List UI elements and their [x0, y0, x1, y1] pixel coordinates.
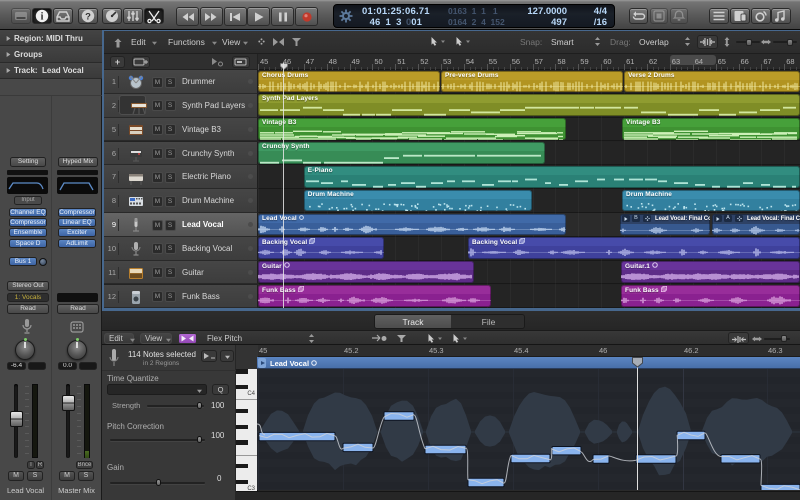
- svg-text:?: ?: [85, 12, 91, 23]
- svg-text:i: i: [41, 11, 44, 22]
